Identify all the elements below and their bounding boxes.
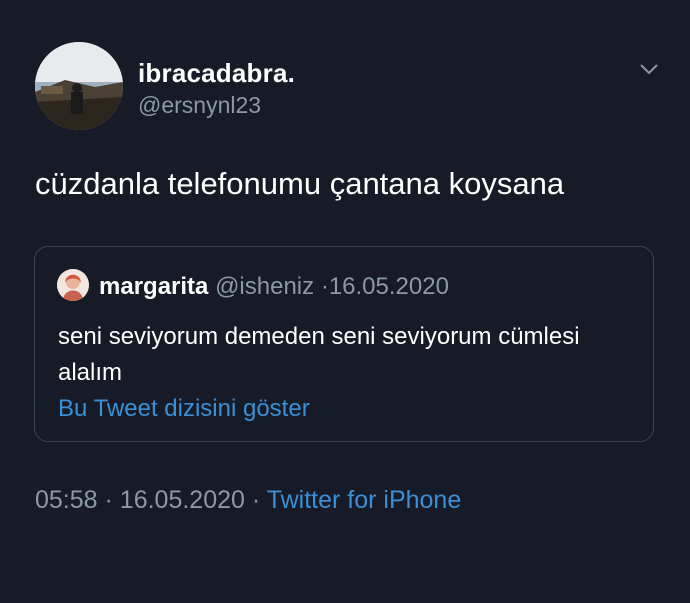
tweet-card: ibracadabra. @ersnynl23 cüzdanla telefon… <box>0 0 690 603</box>
show-thread-link[interactable]: Bu Tweet dizisini göster <box>58 395 310 423</box>
quoted-author-name: margarita <box>99 273 209 300</box>
quoted-author-handle: @isheniz <box>215 273 315 300</box>
author-avatar[interactable] <box>35 42 123 130</box>
tweet-timestamp: 05:58 · 16.05.2020 · Twitter for iPhone <box>35 486 461 515</box>
quoted-separator: · <box>320 273 329 300</box>
author-handle[interactable]: @ersnynl23 <box>138 92 261 119</box>
tweet-date: 16.05.2020 <box>119 486 245 514</box>
author-name[interactable]: ibracadabra. <box>138 58 295 89</box>
tweet-time: 05:58 <box>35 486 98 514</box>
quoted-tweet[interactable]: margarita @isheniz ·16.05.2020 seni sevi… <box>34 246 654 442</box>
tweet-text: cüzdanla telefonumu çantana koysana <box>35 166 565 201</box>
tweet-source-link[interactable]: Twitter for iPhone <box>267 486 462 514</box>
quoted-date: 16.05.2020 <box>328 273 449 300</box>
quoted-header: margarita @isheniz ·16.05.2020 <box>99 273 449 301</box>
quoted-tweet-text: seni seviyorum demeden seni seviyorum cü… <box>58 323 580 386</box>
chevron-down-icon[interactable] <box>638 58 660 80</box>
timestamp-separator: · <box>251 486 261 514</box>
quoted-author-avatar <box>57 269 89 301</box>
timestamp-separator: · <box>104 486 113 514</box>
